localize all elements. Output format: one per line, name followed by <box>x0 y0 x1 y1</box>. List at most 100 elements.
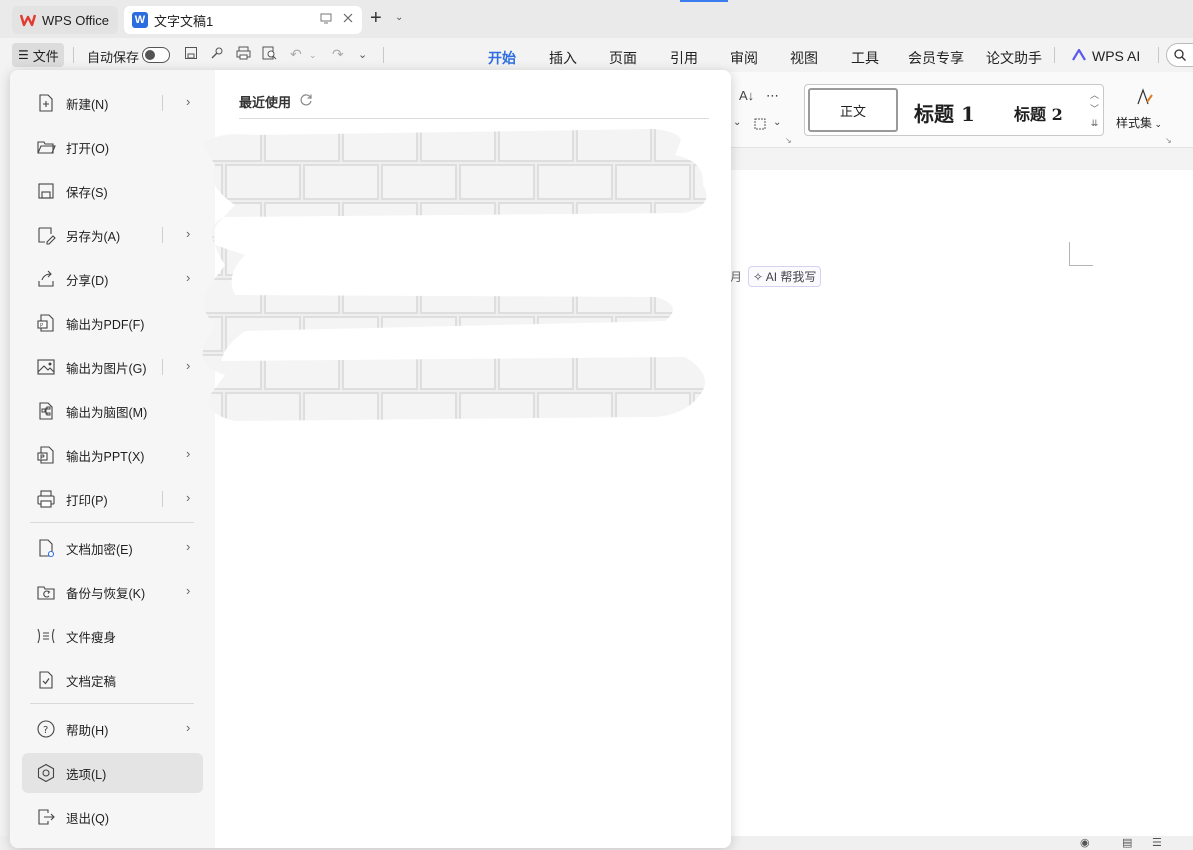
menu-item-print[interactable]: 打印(P) › <box>22 479 203 519</box>
recent-title: 最近使用 <box>239 92 313 111</box>
chevron-right-icon[interactable]: › <box>186 539 190 554</box>
exit-icon <box>34 805 58 829</box>
chevron-up-icon[interactable]: ︿ <box>1090 88 1099 102</box>
mindmap-icon <box>34 399 58 423</box>
help-icon: ? <box>34 717 58 741</box>
share-icon <box>34 267 58 291</box>
styleset-pen-icon <box>1126 86 1162 114</box>
menu-item-save-as[interactable]: 另存为(A) › <box>22 215 203 255</box>
file-menu-button[interactable]: ☰ 文件 <box>12 43 64 67</box>
expand-dialog-icon[interactable]: ↘ <box>785 136 792 145</box>
chevron-right-icon[interactable]: › <box>186 94 190 109</box>
menu-item-label: 备份与恢复(K) <box>66 586 146 601</box>
wps-ai-button[interactable]: WPS AI <box>1072 47 1140 64</box>
menu-item-export-image[interactable]: 输出为图片(G) › <box>22 347 203 387</box>
ai-hint-prefix: 月 <box>730 270 743 284</box>
recent-files-area: 最近使用 <box>202 70 731 848</box>
sort-icon[interactable]: A↓ <box>739 88 754 103</box>
tab-review[interactable]: 审阅 <box>730 48 758 68</box>
tab-label: 文字文稿1 <box>154 13 214 29</box>
tab-tools[interactable]: 工具 <box>851 48 879 68</box>
menu-item-label: 文档定稿 <box>66 674 117 689</box>
tab-page[interactable]: 页面 <box>609 48 637 68</box>
finalize-icon <box>34 668 58 692</box>
hamburger-icon: ☰ <box>18 48 29 62</box>
tab-paper-assistant[interactable]: 论文助手 <box>986 48 1042 68</box>
redo-icon[interactable]: ↷ <box>332 46 344 63</box>
style-gallery-scroll[interactable]: ︿ ﹀ ⇊ <box>1090 88 1099 130</box>
options-icon <box>34 761 58 785</box>
search-input[interactable] <box>1166 43 1193 67</box>
page-corner-mark <box>1069 242 1093 266</box>
menu-item-export-ppt[interactable]: 输出为PPT(X) › <box>22 435 203 475</box>
undo-icon[interactable]: ↶ <box>290 46 302 63</box>
style-normal[interactable]: 正文 <box>808 88 898 132</box>
redacted-recent-list <box>202 129 707 421</box>
menu-item-options[interactable]: 选项(L) <box>22 753 203 793</box>
menu-item-save[interactable]: 保存(S) <box>22 171 203 211</box>
menu-item-label: 分享(D) <box>66 273 109 288</box>
expand-icon[interactable]: ⇊ <box>1090 116 1099 130</box>
search-icon <box>1173 49 1187 65</box>
menu-item-label: 选项(L) <box>66 767 107 782</box>
chevron-down-icon[interactable]: ⌄ <box>773 117 781 128</box>
recent-title-label: 最近使用 <box>239 95 292 110</box>
ai-write-button[interactable]: ✧ AI 帮我写 <box>748 266 822 287</box>
print-preview-icon[interactable] <box>262 46 277 63</box>
refresh-icon[interactable] <box>299 93 313 110</box>
chevron-right-icon[interactable]: › <box>186 583 190 598</box>
menu-item-finalize[interactable]: 文档定稿 <box>22 660 203 700</box>
tab-references[interactable]: 引用 <box>670 48 698 68</box>
menu-item-new[interactable]: 新建(N) › <box>22 83 203 123</box>
sparkle-icon: ✧ <box>753 270 766 284</box>
print-icon <box>34 487 58 511</box>
undo-dropdown-icon[interactable]: ⌄ <box>309 50 317 61</box>
menu-item-export-pdf[interactable]: P 输出为PDF(F) <box>22 303 203 343</box>
save-icon <box>34 179 58 203</box>
close-tab-icon[interactable] <box>342 12 354 27</box>
chevron-down-icon[interactable]: ﹀ <box>1090 102 1099 116</box>
page-view-icon[interactable]: ▤ <box>1122 836 1132 849</box>
tab-home[interactable]: 开始 <box>488 48 516 75</box>
style-heading-1[interactable]: 标题 1 <box>914 98 975 127</box>
autosave-toggle[interactable] <box>142 47 170 63</box>
format-painter-icon[interactable] <box>210 46 224 63</box>
menu-divider <box>30 522 194 523</box>
show-marks-icon[interactable]: ⋯ <box>766 88 779 104</box>
menu-item-encrypt[interactable]: 文档加密(E) › <box>22 528 203 568</box>
chevron-right-icon[interactable]: › <box>186 490 190 505</box>
save-icon[interactable] <box>184 46 198 63</box>
menu-item-label: 保存(S) <box>66 185 108 200</box>
monitor-icon[interactable] <box>320 12 332 27</box>
menu-item-help[interactable]: ? 帮助(H) › <box>22 709 203 749</box>
print-icon[interactable] <box>236 46 251 63</box>
borders-icon[interactable] <box>754 118 766 133</box>
menu-item-exit[interactable]: 退出(Q) <box>22 797 203 837</box>
tab-member[interactable]: 会员专享 <box>908 48 964 68</box>
eye-protect-icon[interactable]: ◉ <box>1080 836 1090 849</box>
tab-document[interactable]: W 文字文稿1 <box>124 6 362 34</box>
tab-view[interactable]: 视图 <box>790 48 818 68</box>
chevron-right-icon[interactable]: › <box>186 446 190 461</box>
menu-item-export-mindmap[interactable]: 输出为脑图(M) <box>22 391 203 431</box>
menu-item-share[interactable]: 分享(D) › <box>22 259 203 299</box>
expand-dialog-icon[interactable]: ↘ <box>1165 136 1172 145</box>
menu-item-label: 文档加密(E) <box>66 542 133 557</box>
new-doc-icon <box>34 91 58 115</box>
chevron-right-icon[interactable]: › <box>186 720 190 735</box>
style-heading-2[interactable]: 标题 2 <box>1014 101 1063 125</box>
outline-view-icon[interactable]: ☰ <box>1152 836 1162 849</box>
menu-item-label: 打印(P) <box>66 493 108 508</box>
tab-wps-office[interactable]: WPS Office <box>12 6 118 34</box>
menu-item-open[interactable]: 打开(O) <box>22 127 203 167</box>
more-chevron-icon[interactable]: ⌄ <box>358 48 367 61</box>
menu-item-label: 打开(O) <box>66 141 110 156</box>
menu-item-slim[interactable]: 文件瘦身 <box>22 616 203 656</box>
styleset-button[interactable]: 样式集 ⌄ <box>1116 86 1162 131</box>
chevron-down-icon[interactable]: ⌄ <box>733 117 741 128</box>
save-as-icon <box>34 223 58 247</box>
tab-insert[interactable]: 插入 <box>549 48 577 68</box>
new-tab-plus-icon[interactable]: + <box>370 8 382 28</box>
chevron-down-icon[interactable]: ⌄ <box>395 12 403 23</box>
menu-item-backup[interactable]: 备份与恢复(K) › <box>22 572 203 612</box>
